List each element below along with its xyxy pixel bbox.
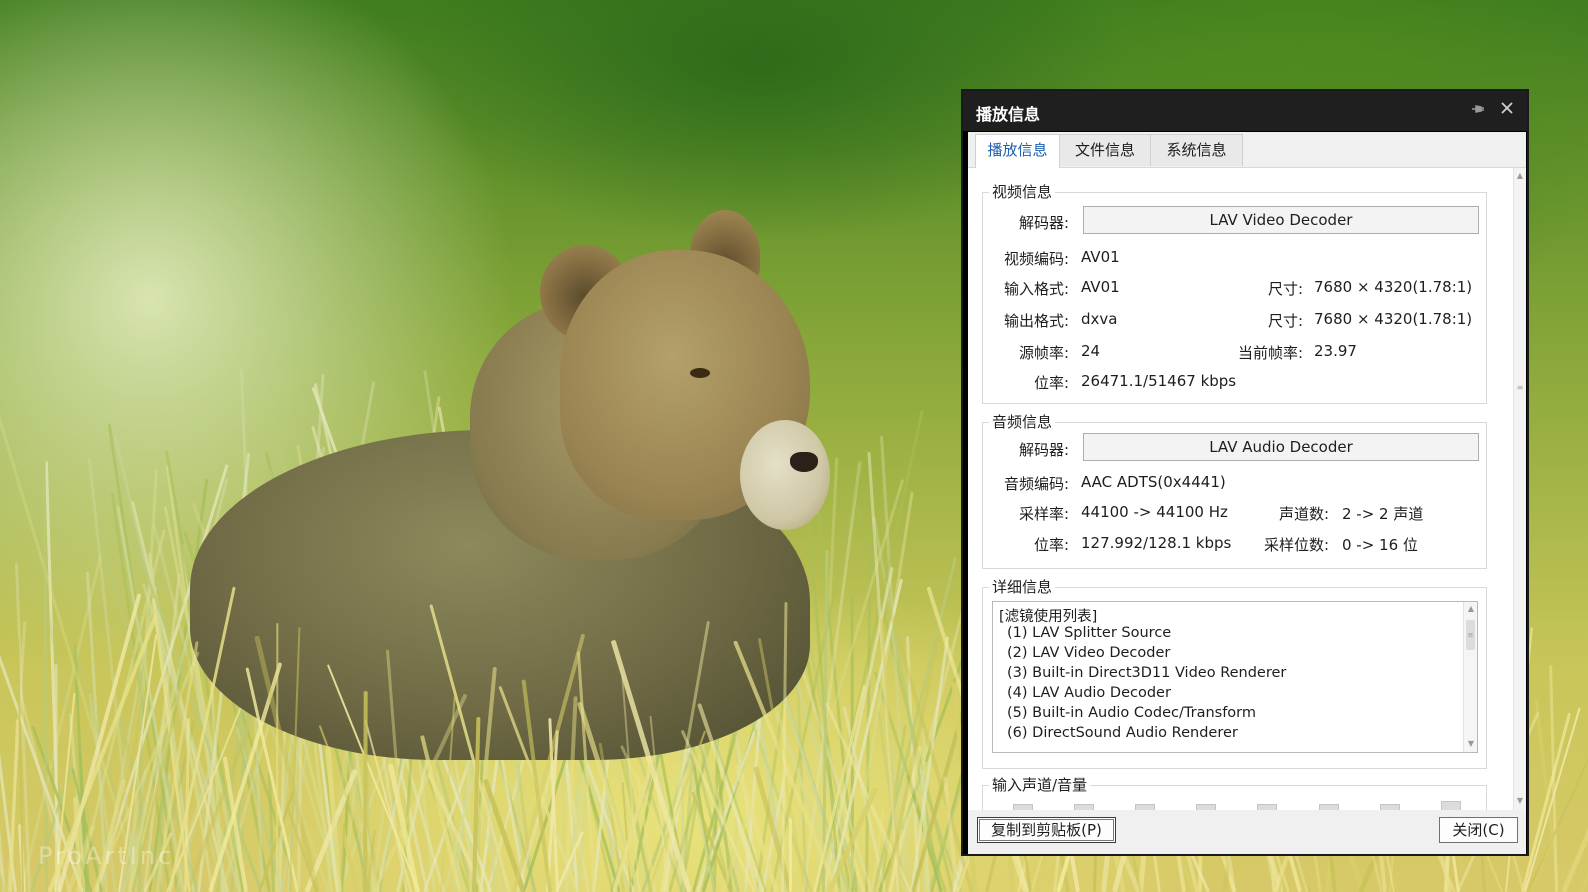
audio-codec-value: AAC ADTS(0x4441) (1081, 473, 1226, 491)
tab-system-info[interactable]: 系统信息 (1150, 134, 1243, 166)
audio-decoder-label: 解码器: (1018, 441, 1069, 459)
lion-muzzle (740, 420, 830, 530)
input-channels-group: 输入声道/音量 (982, 774, 1487, 810)
output-format-value: dxva (1081, 310, 1118, 328)
video-decoder-label: 解码器: (1018, 214, 1069, 232)
grass-blade (788, 817, 792, 892)
input-format-label: 输入格式: (1003, 280, 1069, 298)
input-format-value: AV01 (1081, 278, 1120, 296)
video-info-group: 视频信息 解码器: LAV Video Decoder 视频编码: AV01 输… (982, 181, 1487, 404)
output-size-value: 7680 × 4320(1.78:1) (1314, 310, 1473, 328)
sample-rate-label: 采样率: (1018, 505, 1069, 523)
audio-info-title: 音频信息 (989, 411, 1056, 432)
video-codec-label: 视频编码: (1003, 250, 1069, 268)
input-size-value: 7680 × 4320(1.78:1) (1314, 278, 1473, 296)
grass-blade (1561, 798, 1588, 892)
audio-info-group: 音频信息 解码器: LAV Audio Decoder 音频编码: AAC AD… (982, 411, 1487, 569)
details-line: (1) LAV Splitter Source (1007, 625, 1172, 641)
lion-eye (690, 368, 710, 378)
dialog-client-area: 播放信息 文件信息 系统信息 视频信息 解码器: LAV Video Decod… (968, 132, 1526, 854)
details-line: (2) LAV Video Decoder (1007, 645, 1171, 661)
content-scrollbar[interactable]: ▲ ≡ ▼ (1513, 168, 1526, 810)
details-group: 详细信息 [滤镜使用列表] (1) LAV Splitter Source (2… (982, 576, 1487, 769)
output-size-label: 尺寸: (1267, 312, 1303, 330)
channel-meter (1441, 801, 1461, 810)
details-line: (3) Built-in Direct3D11 Video Renderer (1007, 665, 1287, 681)
tab-playback-info[interactable]: 播放信息 (975, 134, 1060, 168)
current-fps-label: 当前帧率: (1237, 344, 1303, 362)
scroll-up-icon[interactable]: ▲ (1466, 604, 1476, 614)
scroll-down-icon[interactable]: ▼ (1515, 796, 1525, 806)
playback-info-dialog: 播放信息 播放信息 文件信息 系统信息 视频信息 解码器: LAV Video … (961, 89, 1529, 856)
sample-bits-value: 0 -> 16 位 (1342, 536, 1418, 554)
grass-blade (0, 571, 6, 892)
scroll-up-icon[interactable]: ▲ (1515, 171, 1525, 181)
dialog-titlebar[interactable]: 播放信息 (963, 91, 1527, 131)
details-line: (6) DirectSound Audio Renderer (1007, 725, 1238, 741)
channels-label: 声道数: (1278, 505, 1329, 523)
current-fps-value: 23.97 (1314, 342, 1357, 360)
input-size-label: 尺寸: (1267, 280, 1303, 298)
details-textbox[interactable]: [滤镜使用列表] (1) LAV Splitter Source (2) LAV… (992, 601, 1478, 753)
pin-icon[interactable] (1468, 101, 1488, 121)
dialog-footer: 复制到剪贴板(P) 关闭(C) (968, 810, 1526, 854)
scroll-thumb[interactable]: ≡ (1466, 620, 1475, 650)
copy-to-clipboard-button[interactable]: 复制到剪贴板(P) (977, 817, 1116, 843)
watermark-logo: ProArtInc (38, 842, 175, 870)
scroll-grip-icon[interactable]: ≡ (1516, 384, 1524, 392)
audio-bitrate-label: 位率: (1033, 536, 1069, 554)
input-channels-title: 输入声道/音量 (989, 774, 1091, 795)
close-button[interactable]: 关闭(C) (1439, 817, 1518, 843)
channels-value: 2 -> 2 声道 (1342, 505, 1424, 523)
audio-decoder-button[interactable]: LAV Audio Decoder (1083, 433, 1479, 461)
source-fps-label: 源帧率: (1018, 344, 1069, 362)
audio-codec-label: 音频编码: (1003, 475, 1069, 493)
details-line: (5) Built-in Audio Codec/Transform (1007, 705, 1257, 721)
details-title: 详细信息 (989, 576, 1056, 597)
scroll-down-icon[interactable]: ▼ (1466, 739, 1476, 749)
video-info-title: 视频信息 (989, 181, 1056, 202)
video-bitrate-label: 位率: (1033, 374, 1069, 392)
sample-rate-value: 44100 -> 44100 Hz (1081, 503, 1228, 521)
sample-bits-label: 采样位数: (1263, 536, 1329, 554)
details-line: (4) LAV Audio Decoder (1007, 685, 1171, 701)
video-bitrate-value: 26471.1/51467 kbps (1081, 372, 1237, 390)
video-codec-value: AV01 (1081, 248, 1120, 266)
output-format-label: 输出格式: (1003, 312, 1069, 330)
video-decoder-button[interactable]: LAV Video Decoder (1083, 206, 1479, 234)
tab-content-playback: 视频信息 解码器: LAV Video Decoder 视频编码: AV01 输… (968, 168, 1513, 810)
details-line: [滤镜使用列表] (999, 609, 1098, 625)
audio-bitrate-value: 127.992/128.1 kbps (1081, 534, 1232, 552)
close-icon[interactable] (1496, 100, 1518, 122)
source-fps-value: 24 (1081, 342, 1101, 360)
details-scrollbar[interactable]: ▲ ≡ ▼ (1463, 602, 1477, 752)
tab-strip: 播放信息 文件信息 系统信息 (968, 134, 1526, 168)
tab-file-info[interactable]: 文件信息 (1059, 134, 1151, 166)
dialog-title: 播放信息 (976, 105, 1041, 124)
lion-nose (790, 452, 818, 472)
